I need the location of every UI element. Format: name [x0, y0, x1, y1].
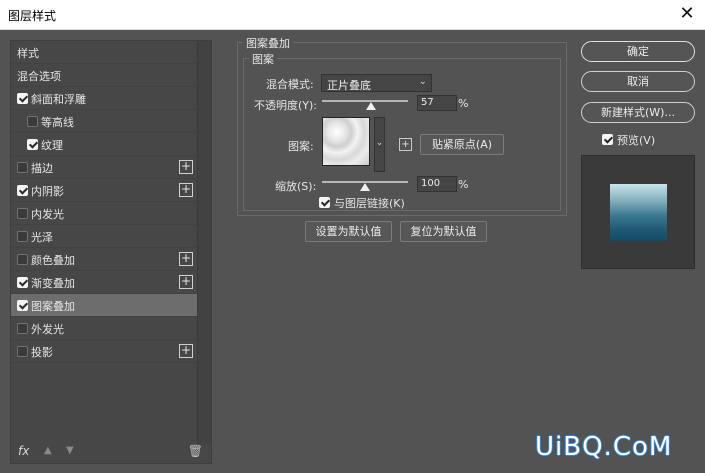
- pattern-label: 图案:: [288, 140, 314, 153]
- sidebar-item-checkbox[interactable]: [17, 185, 28, 196]
- styles-panel: 样式混合选项斜面和浮雕等高线纹理描边 + 内阴影 + 内发光光泽颜色叠加 + 渐变叠加 + 图案…: [10, 40, 212, 464]
- sidebar-item[interactable]: 投影 +: [11, 340, 197, 363]
- sidebar-item[interactable]: 纹理: [11, 133, 197, 156]
- sidebar-item[interactable]: 外发光: [11, 317, 197, 340]
- sidebar-item-label: 外发光: [31, 323, 64, 336]
- sidebar-item[interactable]: 内阴影 +: [11, 179, 197, 202]
- sidebar-item-label: 投影: [31, 346, 53, 359]
- add-icon[interactable]: +: [179, 183, 193, 197]
- ok-button[interactable]: 确定: [581, 41, 695, 62]
- blend-mode-value: 正片叠底: [327, 79, 371, 92]
- arrow-up-icon[interactable]: ▲: [44, 445, 52, 456]
- style-preview: [581, 155, 695, 269]
- chevron-down-icon: ⌄: [418, 76, 427, 87]
- sidebar-item-label: 内阴影: [31, 185, 64, 198]
- new-style-button[interactable]: 新建样式(W)...: [581, 102, 695, 123]
- sidebar-item-checkbox[interactable]: [17, 277, 28, 288]
- opacity-unit: %: [458, 97, 469, 110]
- new-preset-icon[interactable]: +: [399, 138, 412, 151]
- dialog-title: 图层样式: [8, 9, 57, 23]
- sidebar-item-label: 斜面和浮雕: [31, 93, 86, 106]
- opacity-input[interactable]: 57: [417, 95, 457, 111]
- sidebar-item-label: 样式: [17, 47, 39, 60]
- trash-icon[interactable]: 🗑: [188, 444, 203, 458]
- sidebar-item-checkbox[interactable]: [27, 116, 38, 127]
- blend-mode-label: 混合模式:: [266, 78, 314, 91]
- preview-checkbox[interactable]: [602, 134, 613, 145]
- preview-thumbnail: [610, 184, 667, 241]
- dialog-titlebar: 图层样式 ✕: [0, 0, 705, 30]
- sidebar-item-checkbox[interactable]: [17, 346, 28, 357]
- sidebar-item-label: 光泽: [31, 231, 53, 244]
- styles-list: 样式混合选项斜面和浮雕等高线纹理描边 + 内阴影 + 内发光光泽颜色叠加 + 渐变叠加 + 图案…: [11, 41, 197, 363]
- opacity-slider-track[interactable]: [322, 100, 408, 102]
- sidebar-item[interactable]: 图案叠加: [11, 294, 197, 317]
- link-with-layer-checkbox[interactable]: [319, 197, 330, 208]
- sidebar-item[interactable]: 描边 +: [11, 156, 197, 179]
- group-title: 图案: [249, 51, 277, 67]
- sidebar-item-label: 等高线: [41, 116, 74, 129]
- sidebar-item[interactable]: 样式: [11, 41, 197, 64]
- sidebar-item-checkbox[interactable]: [17, 231, 28, 242]
- scale-unit: %: [458, 178, 469, 191]
- sidebar-item[interactable]: 渐变叠加 +: [11, 271, 197, 294]
- watermark: UiBQ.CoM: [535, 432, 673, 462]
- set-default-button[interactable]: 设置为默认值: [305, 221, 392, 242]
- sidebar-item-label: 混合选项: [17, 70, 61, 83]
- sidebar-item-checkbox[interactable]: [27, 139, 38, 150]
- sidebar-item-label: 渐变叠加: [31, 277, 75, 290]
- sidebar-item[interactable]: 斜面和浮雕: [11, 87, 197, 110]
- link-with-layer-label: 与图层链接(K): [334, 197, 405, 210]
- add-icon[interactable]: +: [179, 344, 193, 358]
- close-icon[interactable]: ✕: [677, 4, 697, 24]
- pattern-picker-chevron-icon[interactable]: ⌄: [374, 117, 385, 172]
- add-icon[interactable]: +: [179, 252, 193, 266]
- styles-bottom-bar: fx ▲ ▼ 🗑: [11, 441, 211, 463]
- sidebar-item-checkbox[interactable]: [17, 254, 28, 265]
- sidebar-item-label: 纹理: [41, 139, 63, 152]
- arrow-down-icon[interactable]: ▼: [66, 445, 74, 456]
- cancel-button[interactable]: 取消: [581, 71, 695, 92]
- sidebar-item[interactable]: 光泽: [11, 225, 197, 248]
- sidebar-item-checkbox[interactable]: [17, 300, 28, 311]
- snap-origin-button[interactable]: 贴紧原点(A): [420, 134, 504, 155]
- add-icon[interactable]: +: [179, 160, 193, 174]
- sidebar-item-label: 描边: [31, 162, 53, 175]
- reset-default-button[interactable]: 复位为默认值: [400, 221, 487, 242]
- sidebar-item[interactable]: 混合选项: [11, 64, 197, 87]
- opacity-slider-thumb[interactable]: [366, 102, 377, 110]
- blend-mode-select[interactable]: 正片叠底 ⌄: [321, 74, 432, 92]
- sidebar-item-label: 图案叠加: [31, 300, 75, 313]
- sidebar-item-label: 颜色叠加: [31, 254, 75, 267]
- sidebar-item[interactable]: 内发光: [11, 202, 197, 225]
- preview-label: 预览(V): [617, 134, 656, 147]
- sidebar-item-checkbox[interactable]: [17, 162, 28, 173]
- styles-scrollbar[interactable]: [197, 41, 211, 445]
- sidebar-item-checkbox[interactable]: [17, 208, 28, 219]
- sidebar-item-checkbox[interactable]: [17, 323, 28, 334]
- sidebar-item[interactable]: 颜色叠加 +: [11, 248, 197, 271]
- add-icon[interactable]: +: [179, 275, 193, 289]
- scale-slider-thumb[interactable]: [360, 183, 370, 191]
- sidebar-item-label: 内发光: [31, 208, 64, 221]
- section-title: 图案叠加: [243, 35, 293, 51]
- fx-button[interactable]: fx: [18, 444, 29, 458]
- sidebar-item[interactable]: 等高线: [11, 110, 197, 133]
- pattern-swatch[interactable]: [322, 117, 370, 166]
- sidebar-item-checkbox[interactable]: [17, 93, 28, 104]
- scale-label: 缩放(S):: [275, 180, 317, 193]
- opacity-label: 不透明度(Y):: [254, 99, 318, 112]
- scale-input[interactable]: 100: [417, 176, 457, 192]
